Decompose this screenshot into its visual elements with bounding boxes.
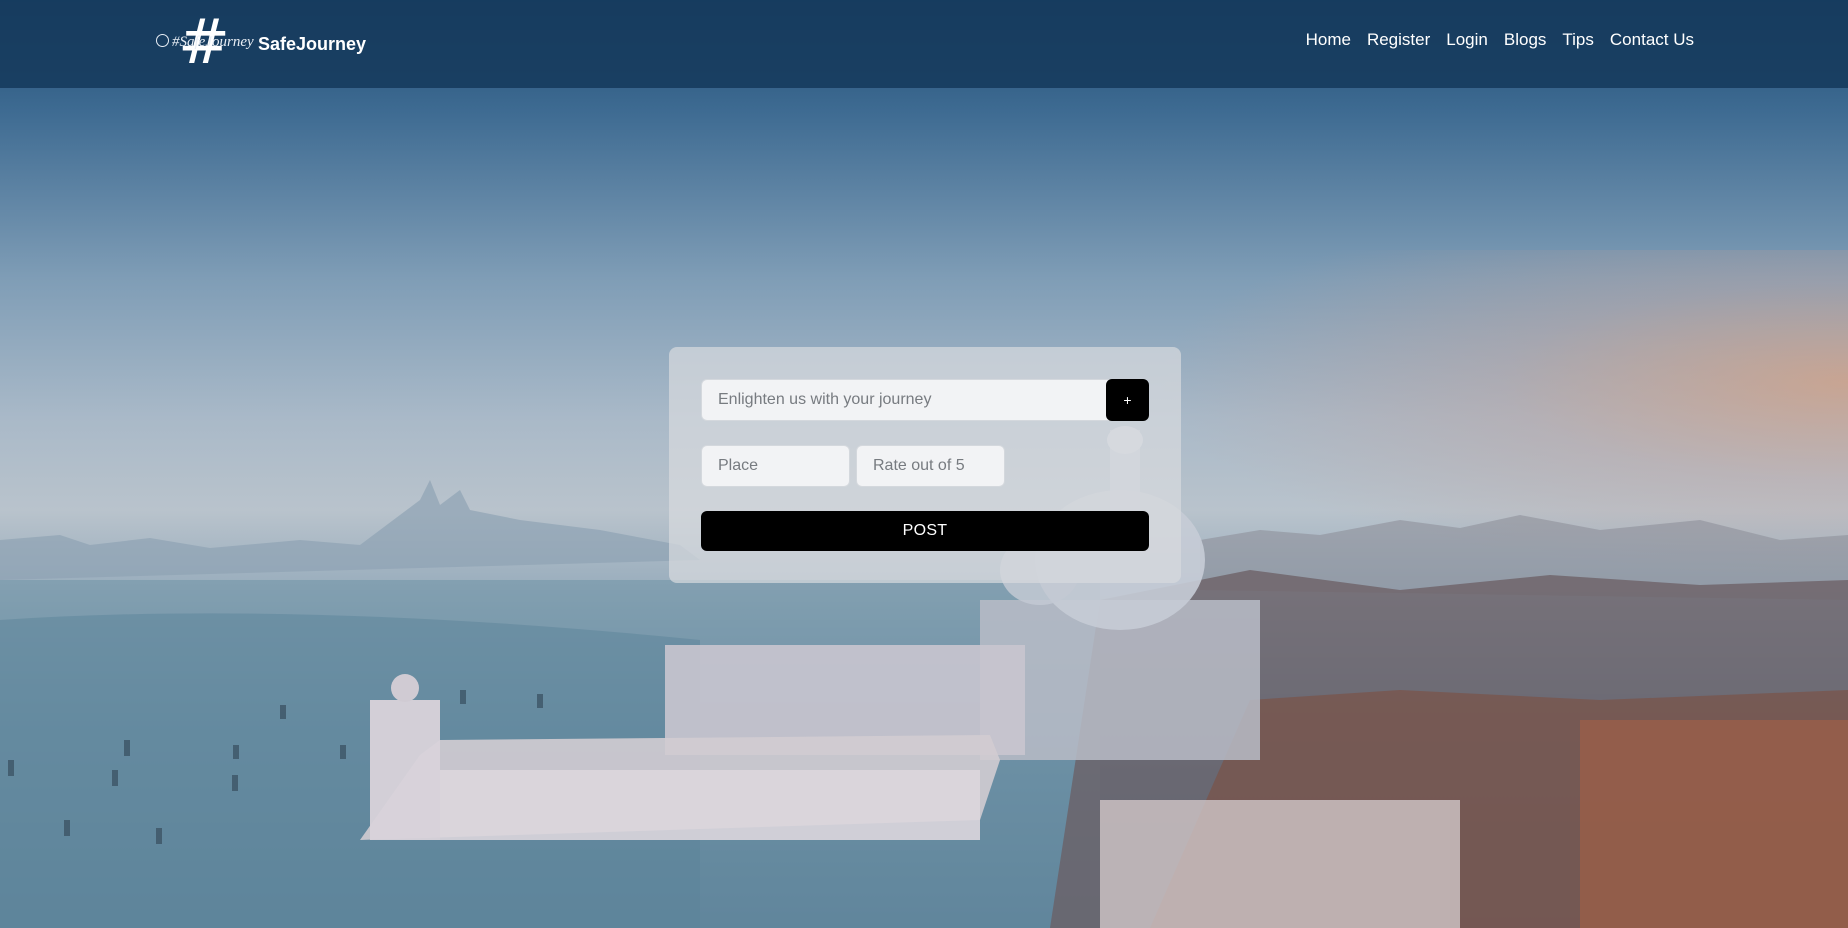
nav-link-home[interactable]: Home [1306, 30, 1351, 50]
journey-input-group: + [701, 379, 1149, 421]
hashtag-globe-logo[interactable]: # #SafeJourney [156, 11, 254, 74]
add-button[interactable]: + [1106, 379, 1149, 421]
meta-inputs [701, 445, 1005, 487]
page: # #SafeJourney SafeJourney Home Register… [0, 0, 1848, 928]
nav-link-blogs[interactable]: Blogs [1504, 30, 1547, 50]
nav-link-contact-us[interactable]: Contact Us [1610, 30, 1694, 50]
journey-input[interactable] [701, 379, 1110, 421]
logo-text: #SafeJourney [156, 34, 254, 51]
logo-text-label: #SafeJourney [172, 34, 254, 50]
nav-link-login[interactable]: Login [1446, 30, 1488, 50]
nav-link-register[interactable]: Register [1367, 30, 1430, 50]
rating-input[interactable] [856, 445, 1005, 487]
brand-name[interactable]: SafeJourney [258, 34, 366, 55]
nav-link-tips[interactable]: Tips [1562, 30, 1594, 50]
globe-icon [156, 34, 169, 47]
place-input[interactable] [701, 445, 850, 487]
brand[interactable]: # #SafeJourney SafeJourney [156, 11, 366, 74]
nav-menu: Home Register Login Blogs Tips Contact U… [1290, 30, 1694, 50]
post-journey-card: + POST [669, 347, 1181, 583]
post-button[interactable]: POST [701, 511, 1149, 551]
navbar: # #SafeJourney SafeJourney Home Register… [0, 0, 1848, 88]
